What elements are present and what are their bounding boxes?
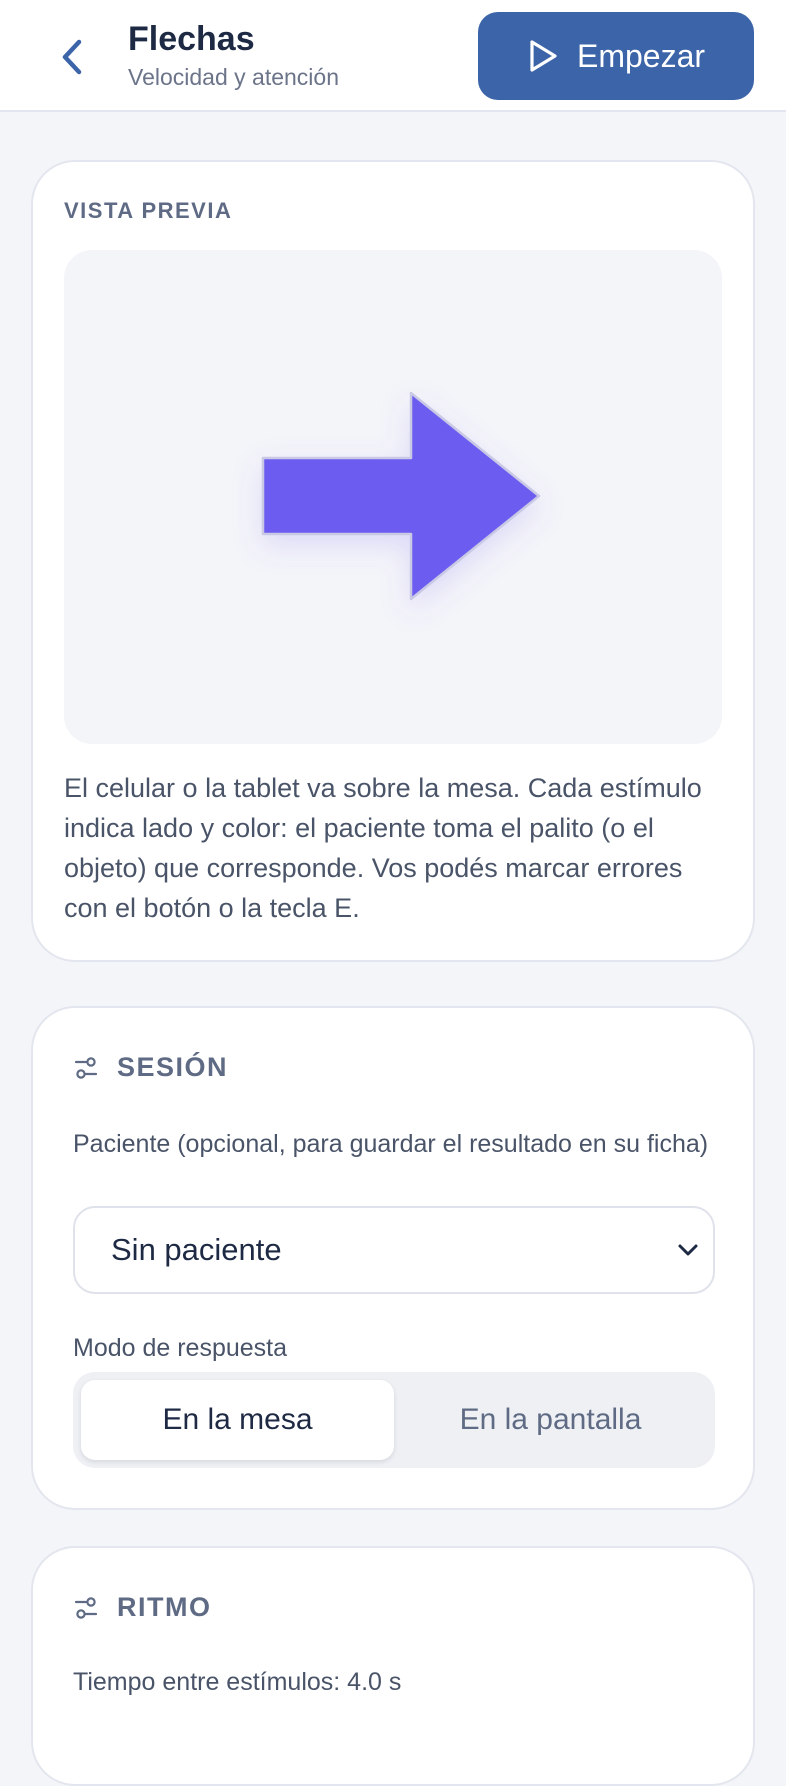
interval-label: Tiempo entre estímulos: 4.0 s bbox=[73, 1668, 402, 1696]
patient-field-label: Paciente (opcional, para guardar el resu… bbox=[73, 1130, 709, 1158]
stimulus-preview bbox=[64, 250, 722, 744]
sliders-icon bbox=[74, 1596, 98, 1619]
preview-description: El celular o la tablet va sobre la mesa.… bbox=[64, 773, 702, 923]
chevron-down-icon bbox=[678, 1244, 698, 1256]
start-button[interactable]: Empezar bbox=[478, 12, 754, 100]
chevron-left-icon bbox=[62, 39, 82, 75]
page-subtitle: Velocidad y atención bbox=[128, 64, 339, 90]
session-section-label: SESIÓN bbox=[117, 1052, 229, 1082]
sliders-icon bbox=[74, 1056, 98, 1079]
response-mode-toggle: En la mesa En la pantalla bbox=[73, 1372, 715, 1468]
page-title: Flechas bbox=[128, 20, 255, 58]
back-button[interactable] bbox=[52, 32, 92, 82]
response-mode-screen[interactable]: En la pantalla bbox=[394, 1380, 707, 1460]
play-icon bbox=[530, 40, 557, 72]
response-mode-table[interactable]: En la mesa bbox=[81, 1380, 394, 1460]
patient-select-value: Sin paciente bbox=[111, 1232, 282, 1267]
top-bar: Flechas Velocidad y atención Empezar bbox=[0, 0, 786, 112]
preview-section-label: VISTA PREVIA bbox=[64, 198, 233, 223]
rhythm-card: RITMO Tiempo entre estímulos: 4.0 s bbox=[31, 1546, 755, 1786]
rhythm-header: RITMO bbox=[73, 1592, 212, 1623]
rhythm-section-label: RITMO bbox=[117, 1592, 212, 1622]
preview-card: VISTA PREVIA El celular o la tablet va s… bbox=[31, 160, 755, 962]
response-mode-label: Modo de respuesta bbox=[73, 1334, 288, 1362]
arrow-right-icon bbox=[261, 391, 541, 601]
patient-select[interactable]: Sin paciente bbox=[73, 1206, 715, 1294]
session-card: SESIÓN Paciente (opcional, para guardar … bbox=[31, 1006, 755, 1510]
session-header: SESIÓN bbox=[73, 1052, 228, 1083]
start-button-label: Empezar bbox=[576, 37, 706, 74]
